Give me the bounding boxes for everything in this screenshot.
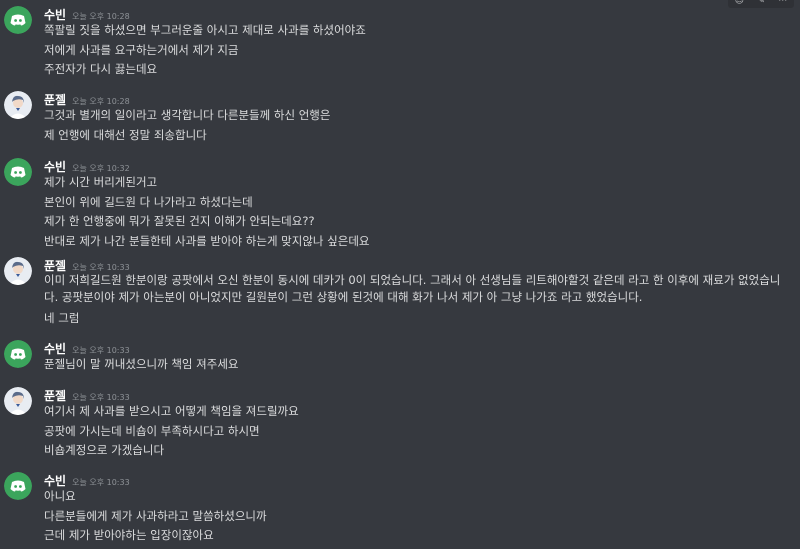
avatar[interactable]: [4, 91, 32, 119]
message-header: 수빈 오늘 오후 10:32: [44, 156, 130, 174]
message-content: 아니요 다른분들에게 제가 사과하라고 말씀하셨으니까 근데 제가 받아야하는 …: [44, 487, 794, 546]
chat-messages: ☺ ✎ ⋯ 수빈 오늘 오후 10:28 쪽팔릴 짓을 하셨으면 부그러운줄 아시…: [0, 0, 800, 549]
message-line: 그것과 별개의 일이라고 생각합니다 다른분들께 하신 언행은: [44, 108, 331, 122]
message-header: 수빈 오늘 오후 10:33: [44, 470, 130, 488]
user-portrait-icon: [4, 257, 32, 285]
timestamp: 오늘 오후 10:33: [72, 346, 130, 355]
discord-logo-icon: [4, 6, 32, 34]
message-header: 수빈 오늘 오후 10:28: [44, 4, 130, 22]
username[interactable]: 푼젤: [44, 389, 66, 403]
timestamp: 오늘 오후 10:33: [72, 263, 130, 272]
message-line: 본인이 위에 길드원 다 나가라고 하셨다는데: [44, 194, 253, 209]
message-header: 푼젤 오늘 오후 10:28: [44, 89, 130, 107]
more-icon[interactable]: ⋯: [778, 0, 787, 6]
avatar[interactable]: [4, 472, 32, 500]
message-line: 이미 저희길드원 한분이랑 공팟에서 오신 한분이 동시에 데카가 0이 되었습…: [44, 273, 781, 304]
avatar[interactable]: [4, 387, 32, 415]
message-line: 저에게 사과를 요구하는거에서 제가 지금: [44, 42, 239, 57]
message-line: 제 언행에 대해선 정말 죄송합니다: [44, 127, 207, 142]
message-content: 푼젤님이 말 꺼내셨으니까 책임 져주세요: [44, 355, 794, 375]
message-line: 공팟에 가시는데 비숍이 부족하시다고 하시면: [44, 423, 260, 438]
message-line: 여기서 제 사과를 받으시고 어떻게 책임을 져드릴까요: [44, 404, 299, 418]
avatar[interactable]: [4, 257, 32, 285]
message-content: 이미 저희길드원 한분이랑 공팟에서 오신 한분이 동시에 데카가 0이 되었습…: [44, 272, 794, 329]
message-line: 비숍계정으로 가겠습니다: [44, 443, 165, 457]
message-content: 제가 시간 버리게된거고 본인이 위에 길드원 다 나가라고 하셨다는데 제가 …: [44, 173, 794, 251]
timestamp: 오늘 오후 10:28: [72, 12, 130, 21]
username[interactable]: 수빈: [44, 8, 66, 22]
discord-logo-icon: [4, 340, 32, 368]
timestamp: 오늘 오후 10:28: [72, 97, 130, 106]
message-line: 주전자가 다시 끓는데요: [44, 62, 158, 76]
message-content: 그것과 별개의 일이라고 생각합니다 다른분들께 하신 언행은 제 언행에 대해…: [44, 106, 794, 145]
username[interactable]: 수빈: [44, 160, 66, 174]
message-header: 푼젤 오늘 오후 10:33: [44, 255, 130, 273]
timestamp: 오늘 오후 10:32: [72, 164, 130, 173]
username[interactable]: 수빈: [44, 474, 66, 488]
avatar[interactable]: [4, 158, 32, 186]
message-content: 쪽팔릴 짓을 하셨으면 부그러운줄 아시고 제대로 사과를 하셨어야죠 저에게 …: [44, 21, 794, 80]
message-line: 쪽팔릴 짓을 하셨으면 부그러운줄 아시고 제대로 사과를 하셨어야죠: [44, 23, 366, 37]
edit-icon[interactable]: ✎: [757, 0, 765, 6]
message-line: 아니요: [44, 489, 76, 503]
message-line: 제가 한 언행중에 뭐가 잘못된 건지 이해가 안되는데요??: [44, 214, 315, 228]
message-header: 푼젤 오늘 오후 10:33: [44, 385, 130, 403]
user-portrait-icon: [4, 387, 32, 415]
username[interactable]: 푼젤: [44, 259, 66, 273]
message-line: 근데 제가 받아야하는 입장이잖아요: [44, 528, 214, 542]
message-line: 제가 시간 버리게된거고: [44, 175, 158, 189]
username[interactable]: 푼젤: [44, 93, 66, 107]
timestamp: 오늘 오후 10:33: [72, 478, 130, 487]
username[interactable]: 수빈: [44, 342, 66, 356]
message-toolbar: ☺ ✎ ⋯: [728, 0, 794, 8]
message-content: 여기서 제 사과를 받으시고 어떻게 책임을 져드릴까요 공팟에 가시는데 비숍…: [44, 402, 794, 461]
message-line: 다른분들에게 제가 사과하라고 말씀하셨으니까: [44, 508, 267, 523]
message-line: 네 그럼: [44, 311, 80, 325]
message-header: 수빈 오늘 오후 10:33: [44, 338, 130, 356]
add-reaction-icon[interactable]: ☺: [735, 0, 744, 6]
discord-logo-icon: [4, 472, 32, 500]
message-line: 반대로 제가 나간 분들한테 사과를 받아야 하는게 맞지않나 싶은데요: [44, 233, 370, 248]
avatar[interactable]: [4, 340, 32, 368]
user-portrait-icon: [4, 91, 32, 119]
message-line: 푼젤님이 말 꺼내셨으니까 책임 져주세요: [44, 357, 239, 371]
avatar[interactable]: [4, 6, 32, 34]
discord-logo-icon: [4, 158, 32, 186]
timestamp: 오늘 오후 10:33: [72, 393, 130, 402]
